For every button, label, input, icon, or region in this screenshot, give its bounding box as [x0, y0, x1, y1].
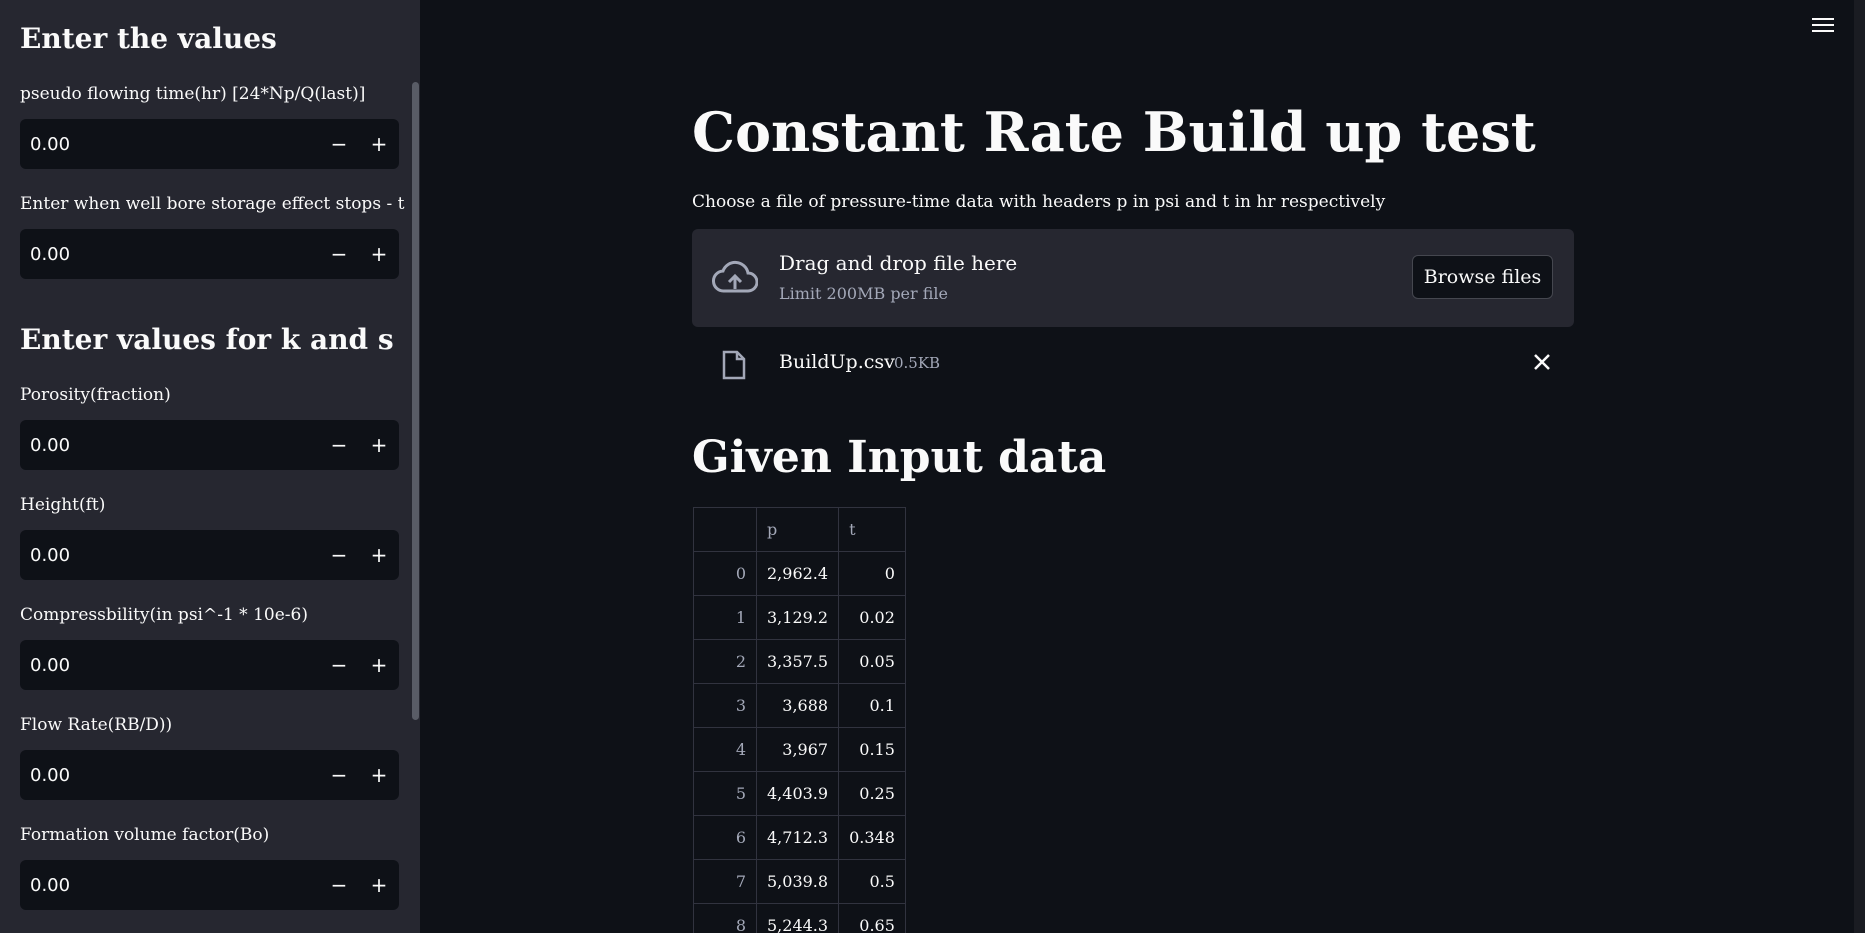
row-index: 0: [693, 551, 757, 596]
cell-p: 3,688: [755, 683, 840, 728]
decrement-button[interactable]: −: [319, 420, 359, 470]
page-scrollbar-track[interactable]: [1854, 0, 1865, 933]
compressibility-input[interactable]: 0.00 − +: [20, 640, 399, 690]
decrement-button[interactable]: −: [319, 860, 359, 910]
height-input[interactable]: 0.00 − +: [20, 530, 399, 580]
input-value[interactable]: 0.00: [20, 875, 319, 896]
flow-rate-input[interactable]: 0.00 − +: [20, 750, 399, 800]
file-icon: [722, 350, 746, 380]
sidebar-scrollbar[interactable]: [412, 82, 419, 720]
row-index: 2: [693, 639, 757, 684]
cell-t: 0: [838, 551, 906, 596]
decrement-button[interactable]: −: [319, 530, 359, 580]
table-row: 2 3,357.5 0.05: [693, 639, 906, 684]
dropzone-title: Drag and drop file here: [779, 251, 1018, 275]
table-row: 7 5,039.8 0.5: [693, 859, 906, 904]
sidebar: Enter the values pseudo flowing time(hr)…: [0, 0, 420, 933]
cell-p: 5,244.3: [755, 903, 840, 933]
cell-t: 0.25: [838, 771, 906, 816]
page-title: Constant Rate Build up test: [692, 100, 1536, 164]
cell-t: 0.02: [838, 595, 906, 640]
row-index: 8: [693, 903, 757, 933]
pseudo-time-input[interactable]: 0.00 − +: [20, 119, 399, 169]
increment-button[interactable]: +: [359, 860, 399, 910]
upload-description: Choose a file of pressure-time data with…: [692, 192, 1386, 212]
increment-button[interactable]: +: [359, 420, 399, 470]
input-value[interactable]: 0.00: [20, 545, 319, 566]
decrement-button[interactable]: −: [319, 119, 359, 169]
cell-p: 3,129.2: [755, 595, 840, 640]
column-header-p: p: [755, 507, 840, 552]
cell-p: 5,039.8: [755, 859, 840, 904]
column-header-index: [693, 507, 757, 552]
row-index: 3: [693, 683, 757, 728]
table-row: 4 3,967 0.15: [693, 727, 906, 772]
dropzone-limit: Limit 200MB per file: [779, 284, 949, 303]
field-label-wellbore-storage: Enter when well bore storage effect stop…: [20, 194, 405, 214]
cell-p: 3,967: [755, 727, 840, 772]
close-icon[interactable]: [1530, 350, 1554, 374]
decrement-button[interactable]: −: [319, 229, 359, 279]
cell-p: 3,357.5: [755, 639, 840, 684]
table-row: 8 5,244.3 0.65: [693, 903, 906, 933]
table-header-row: p t: [693, 507, 906, 552]
decrement-button[interactable]: −: [319, 750, 359, 800]
porosity-input[interactable]: 0.00 − +: [20, 420, 399, 470]
field-label-height: Height(ft): [20, 495, 106, 515]
cell-t: 0.05: [838, 639, 906, 684]
row-index: 6: [693, 815, 757, 860]
table-row: 1 3,129.2 0.02: [693, 595, 906, 640]
cell-t: 0.65: [838, 903, 906, 933]
formation-volume-factor-input[interactable]: 0.00 − +: [20, 860, 399, 910]
table-row: 5 4,403.9 0.25: [693, 771, 906, 816]
row-index: 5: [693, 771, 757, 816]
wellbore-storage-input[interactable]: 0.00 − +: [20, 229, 399, 279]
increment-button[interactable]: +: [359, 750, 399, 800]
input-value[interactable]: 0.00: [20, 765, 319, 786]
cloud-upload-icon: [712, 260, 758, 293]
browse-files-button[interactable]: Browse files: [1412, 255, 1553, 299]
cell-t: 0.15: [838, 727, 906, 772]
sidebar-heading-k-s: Enter values for k and s: [20, 323, 394, 356]
cell-t: 0.1: [838, 683, 906, 728]
input-value[interactable]: 0.00: [20, 244, 319, 265]
cell-t: 0.5: [838, 859, 906, 904]
menu-icon[interactable]: [1812, 18, 1834, 36]
row-index: 7: [693, 859, 757, 904]
column-header-t: t: [838, 507, 906, 552]
field-label-compressibility: Compressbility(in psi^-1 * 10e-6): [20, 605, 308, 625]
file-size: 0.5KB: [894, 354, 941, 372]
increment-button[interactable]: +: [359, 119, 399, 169]
increment-button[interactable]: +: [359, 640, 399, 690]
cell-p: 2,962.4: [755, 551, 840, 596]
decrement-button[interactable]: −: [319, 640, 359, 690]
cell-p: 4,712.3: [755, 815, 840, 860]
file-name: BuildUp.csv: [779, 351, 895, 373]
table-row: 3 3,688 0.1: [693, 683, 906, 728]
input-data-table: p t 0 2,962.4 0 1 3,129.2 0.02 2 3,357.5 0.05 3 3,…: [693, 507, 906, 933]
input-value[interactable]: 0.00: [20, 134, 319, 155]
field-label-flow-rate: Flow Rate(RB/D)): [20, 715, 173, 735]
field-label-porosity: Porosity(fraction): [20, 385, 171, 405]
row-index: 1: [693, 595, 757, 640]
increment-button[interactable]: +: [359, 229, 399, 279]
sidebar-content: Enter the values pseudo flowing time(hr)…: [0, 0, 420, 933]
section-title: Given Input data: [692, 432, 1107, 483]
sidebar-heading-values: Enter the values: [20, 22, 277, 55]
input-value[interactable]: 0.00: [20, 655, 319, 676]
field-label-formation-volume-factor: Formation volume factor(Bo): [20, 825, 270, 845]
increment-button[interactable]: +: [359, 530, 399, 580]
table-row: 6 4,712.3 0.348: [693, 815, 906, 860]
cell-t: 0.348: [838, 815, 906, 860]
field-label-pseudo-time: pseudo flowing time(hr) [24*Np/Q(last)]: [20, 84, 366, 104]
row-index: 4: [693, 727, 757, 772]
file-dropzone[interactable]: Drag and drop file here Limit 200MB per …: [692, 229, 1574, 327]
input-value[interactable]: 0.00: [20, 435, 319, 456]
uploaded-file-row: BuildUp.csv 0.5KB: [692, 340, 1574, 384]
table-row: 0 2,962.4 0: [693, 551, 906, 596]
cell-p: 4,403.9: [755, 771, 840, 816]
